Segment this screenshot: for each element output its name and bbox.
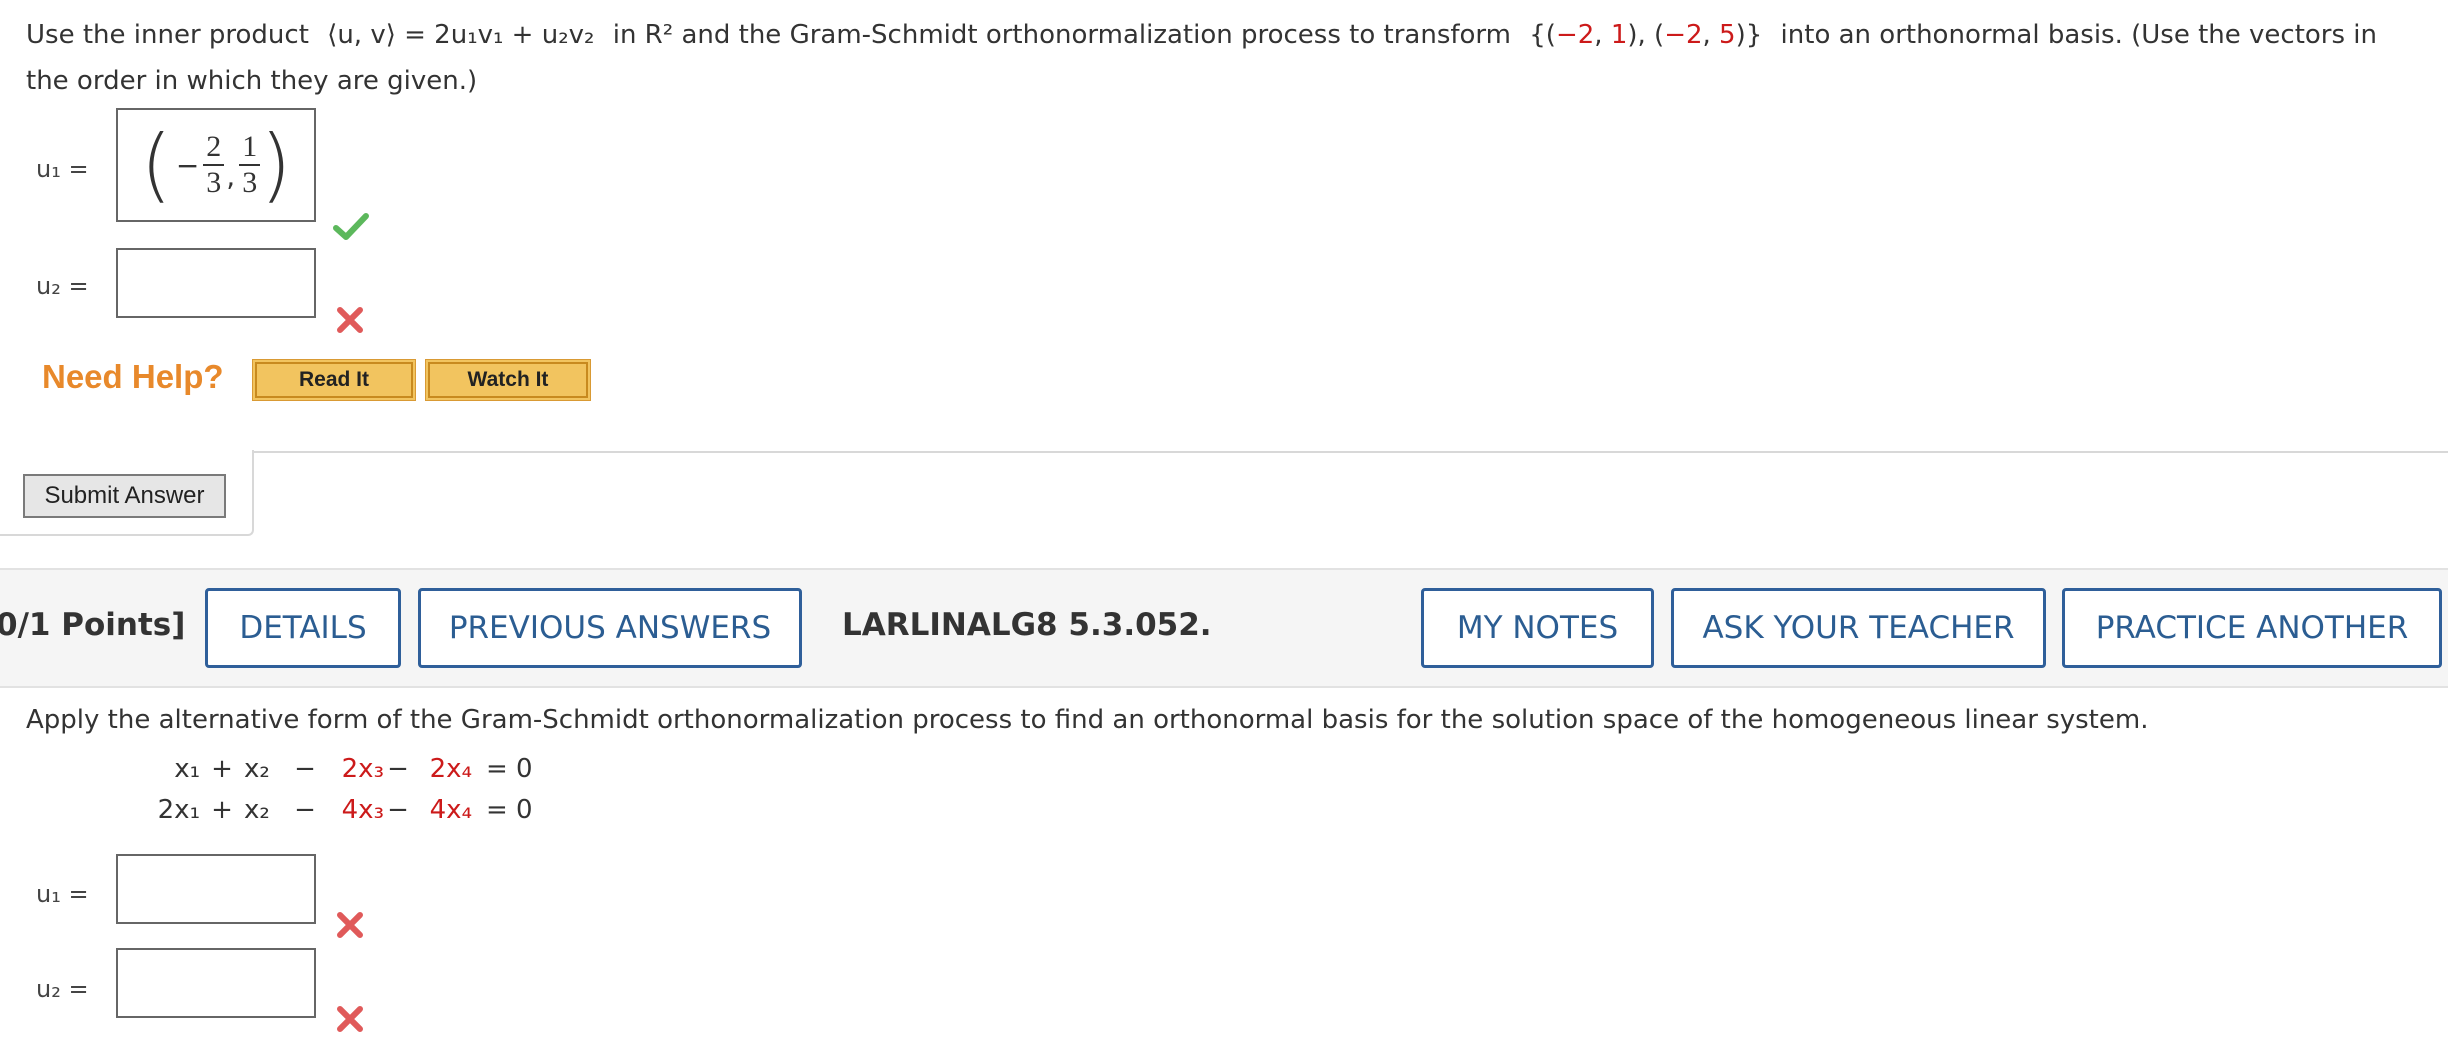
prompt-text: Use the inner product [26,20,309,50]
fraction-1: 23 [203,130,225,200]
q2-u1-label: u₁ = [36,880,89,908]
check-icon [333,212,369,242]
need-help-label: Need Help? [42,358,224,395]
my-notes-button[interactable]: MY NOTES [1421,588,1654,668]
q2-u2-label: u₂ = [36,975,89,1003]
q2-u2-input[interactable] [116,948,316,1018]
equation-1: x₁ + x₂ − 2x₃ − 2x₄ = 0 [174,754,533,784]
problem-code: LARLINALG8 5.3.052. [842,607,1212,643]
equation-2: 2x₁ + x₂ − 4x₃ − 4x₄ = 0 [157,795,533,825]
inner-product-formula: ⟨u, v⟩ = 2u₁v₁ + u₂v₂ [327,20,595,50]
divider [252,451,2448,453]
u1-answer-box[interactable]: ( − 23 , 13 ) [116,108,316,222]
question-2-prompt: Apply the alternative form of the Gram-S… [26,705,2149,735]
read-it-button[interactable]: Read It [253,360,415,400]
vector-set: {(−2, 1), (−2, 5)} [1529,20,1763,50]
comma: , [226,159,236,193]
minus-sign: − [175,148,200,182]
question-1-prompt: Use the inner product ⟨u, v⟩ = 2u₁v₁ + u… [26,12,2436,58]
x-icon [335,910,365,940]
prompt-text-mid: and the Gram-Schmidt orthonormalization … [681,20,1511,50]
u2-input[interactable] [116,248,316,318]
space-text: in R² [612,20,674,50]
q2-u1-input[interactable] [116,854,316,924]
previous-answers-button[interactable]: PREVIOUS ANSWERS [418,588,802,668]
u2-label: u₂ = [36,272,89,300]
x-icon [335,1004,365,1034]
left-paren: ( [140,118,172,211]
ask-your-teacher-button[interactable]: ASK YOUR TEACHER [1671,588,2046,668]
x-icon [335,305,365,335]
prompt-line-2: the order in which they are given.) [26,66,478,96]
fraction-2: 13 [239,130,261,200]
submit-answer-button[interactable]: Submit Answer [23,474,226,518]
practice-another-button[interactable]: PRACTICE ANOTHER [2062,588,2442,668]
points-label: 0/1 Points] [0,607,186,643]
watch-it-button[interactable]: Watch It [426,360,590,400]
right-paren: ) [260,118,292,211]
details-button[interactable]: DETAILS [205,588,401,668]
u1-label: u₁ = [36,155,89,183]
prompt-text-post: into an orthonormal basis. (Use the vect… [1780,20,2378,50]
